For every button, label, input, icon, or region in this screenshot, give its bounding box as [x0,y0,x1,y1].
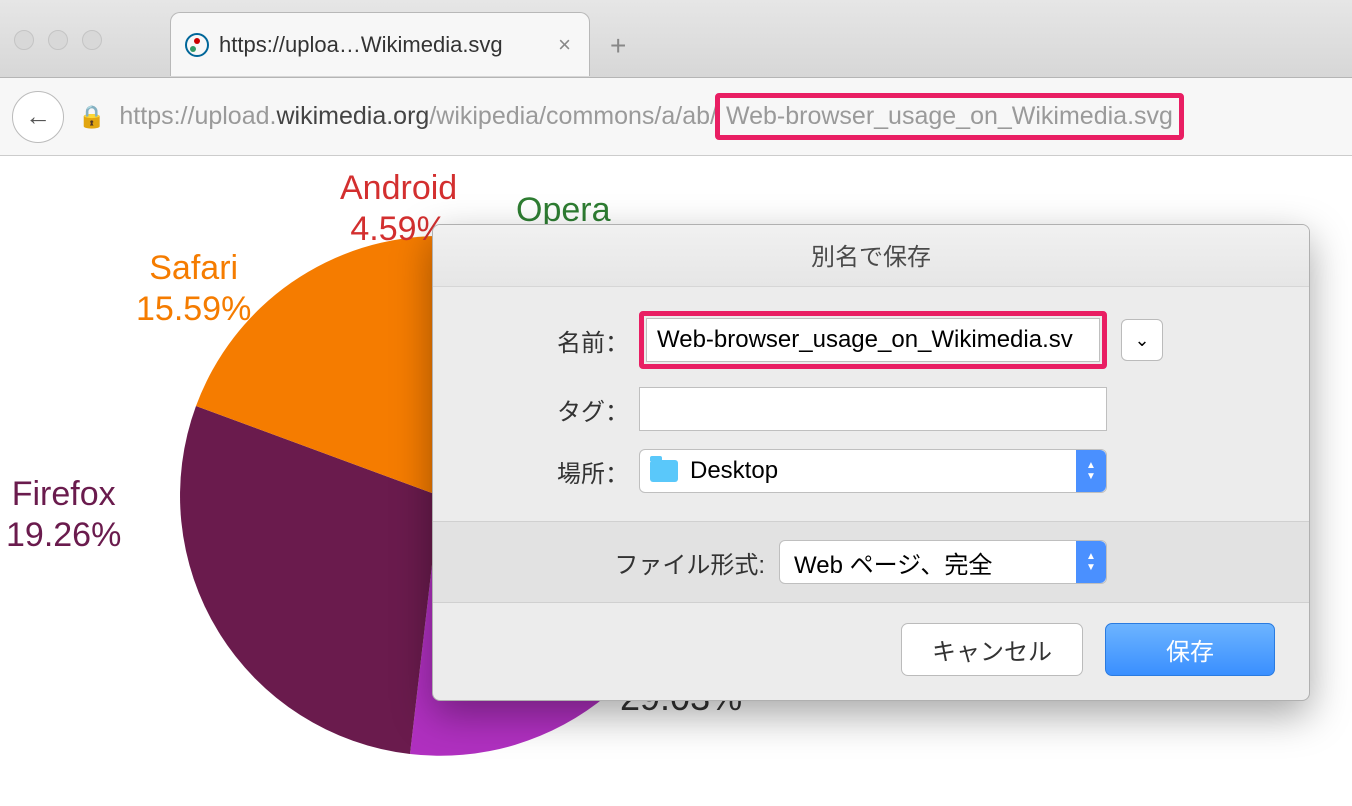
save-as-dialog: 別名で保存 名前： ⌄ タグ： 場所： Desktop [432,224,1310,701]
label-firefox: Firefox 19.26% [6,474,121,556]
save-button[interactable]: 保存 [1105,623,1275,676]
tab-close-icon[interactable]: × [554,32,575,58]
address-field[interactable]: https://upload.wikimedia.org/wikipedia/c… [119,93,1184,140]
file-format-row: ファイル形式: Web ページ、完全 ▲▼ [433,521,1309,603]
browser-tab-strip: https://uploa…Wikimedia.svg × + [0,0,1352,78]
url-prefix: https://upload. [119,102,276,131]
tags-input[interactable] [639,387,1107,431]
new-tab-button[interactable]: + [610,30,626,62]
dialog-body: 名前： ⌄ タグ： 場所： Desktop ▲▼ [433,287,1309,521]
tab-title: https://uploa…Wikimedia.svg [219,32,544,58]
tag-row: タグ： [469,387,1273,431]
url-filename: Web-browser_usage_on_Wikimedia.svg [726,102,1173,130]
url-filename-highlight: Web-browser_usage_on_Wikimedia.svg [715,93,1184,140]
location-row: 場所： Desktop ▲▼ [469,449,1273,493]
name-input-highlight [639,311,1107,369]
file-format-value: Web ページ、完全 [794,545,992,580]
file-format-select[interactable]: Web ページ、完全 ▲▼ [779,540,1107,584]
dialog-title: 別名で保存 [433,225,1309,287]
url-bar: ← 🔒 https://upload.wikimedia.org/wikiped… [0,78,1352,156]
dialog-footer: キャンセル 保存 [433,603,1309,700]
folder-icon [650,460,678,482]
label-safari: Safari 15.59% [136,248,251,330]
wikimedia-favicon-icon [185,33,209,57]
location-label: 場所： [469,454,639,489]
url-path: /wikipedia/commons/a/ab/ [429,102,717,131]
expand-dialog-button[interactable]: ⌄ [1121,319,1163,361]
url-domain: wikimedia.org [276,102,429,131]
select-arrows-icon: ▲▼ [1076,541,1106,583]
location-select[interactable]: Desktop ▲▼ [639,449,1107,493]
file-format-label: ファイル形式: [469,545,779,580]
browser-tab[interactable]: https://uploa…Wikimedia.svg × [170,12,590,76]
select-arrows-icon: ▲▼ [1076,450,1106,492]
window-close-button[interactable] [14,30,34,50]
window-zoom-button[interactable] [82,30,102,50]
page-content: Safari 15.59% Android 4.59% Opera Firefo… [0,156,1352,748]
window-minimize-button[interactable] [48,30,68,50]
name-label: 名前： [469,323,639,358]
cancel-button[interactable]: キャンセル [901,623,1083,676]
lock-icon: 🔒 [78,104,105,130]
tag-label: タグ： [469,392,639,427]
window-controls [14,30,102,50]
chevron-down-icon: ⌄ [1134,330,1149,351]
arrow-left-icon: ← [25,101,51,132]
back-button[interactable]: ← [12,91,64,143]
name-row: 名前： ⌄ [469,311,1273,369]
filename-input[interactable] [646,318,1100,362]
location-value: Desktop [690,457,778,485]
